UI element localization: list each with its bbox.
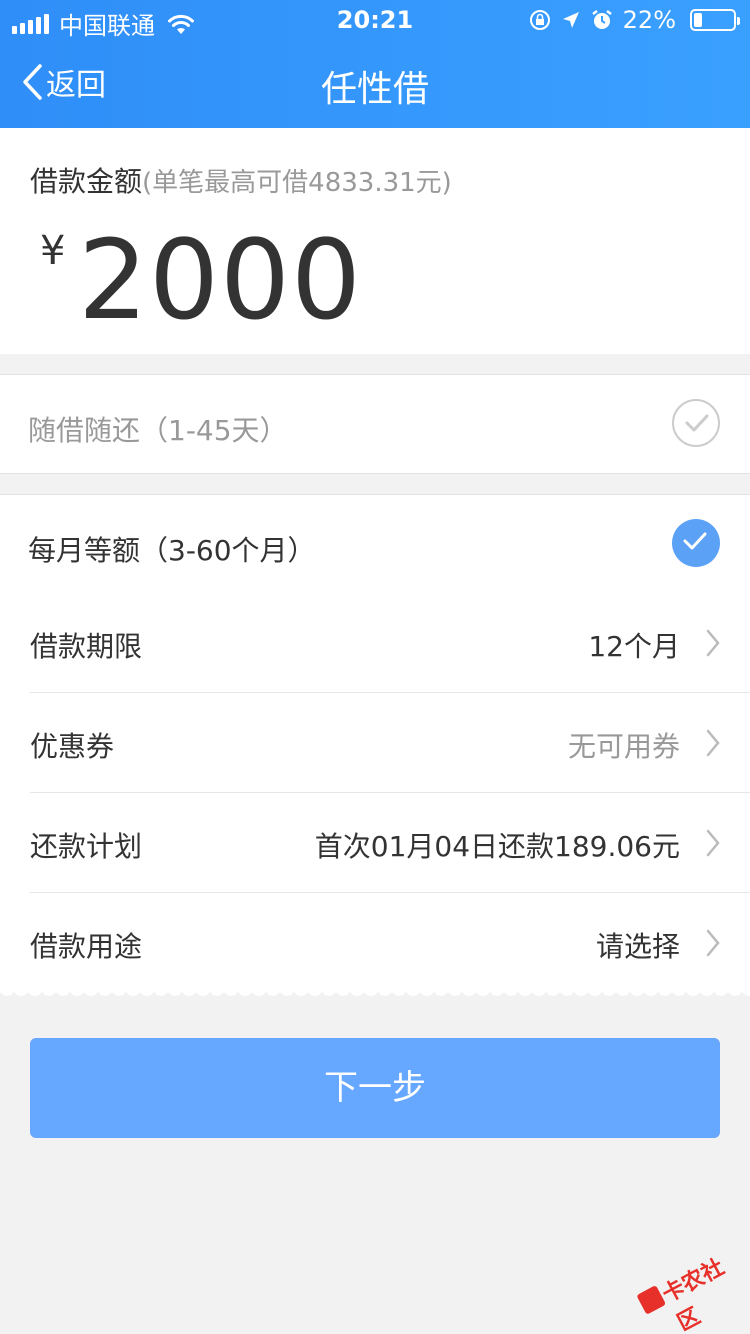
next-step-button[interactable]: 下一步 — [30, 1038, 720, 1138]
watermark-text: 卡农社区 — [658, 1254, 729, 1334]
row-label: 还款计划 — [30, 830, 143, 863]
status-bar: 中国联通 20:21 22% — [0, 0, 750, 40]
option-flexible-label: 随借随还（1-45天） — [28, 414, 288, 447]
row-repayment-plan[interactable]: 还款计划 首次01月04日还款189.06元 — [30, 793, 750, 893]
amount-label-text: 借款金额 — [30, 165, 143, 198]
checked-circle-icon[interactable] — [672, 519, 720, 567]
currency-symbol: ¥ — [40, 228, 66, 274]
watermark: 卡农社区 — [624, 1230, 749, 1334]
header: 中国联通 20:21 22% 返回 任性借 — [0, 0, 750, 128]
zigzag-edge — [0, 986, 750, 1000]
amount-label: 借款金额(单笔最高可借4833.31元) — [30, 160, 452, 200]
row-label: 借款用途 — [30, 930, 143, 963]
row-value: 12个月 — [588, 630, 680, 663]
monthly-plan-card: 每月等额（3-60个月） 借款期限 12个月 优惠券 无可用券 还款计划 首次0… — [0, 494, 750, 994]
location-icon — [562, 12, 579, 28]
option-monthly-label[interactable]: 每月等额（3-60个月） — [28, 529, 316, 569]
row-label: 借款期限 — [30, 630, 143, 663]
battery-icon — [690, 9, 740, 31]
chevron-right-icon — [706, 729, 720, 757]
amount-limit-hint: (单笔最高可借4833.31元) — [142, 168, 452, 198]
chevron-right-icon — [706, 629, 720, 657]
row-value: 请选择 — [595, 930, 680, 963]
page-title: 任性借 — [320, 69, 429, 110]
row-value: 无可用券 — [567, 730, 680, 763]
row-label: 优惠券 — [30, 730, 115, 763]
row-loan-term[interactable]: 借款期限 12个月 — [30, 593, 750, 693]
chevron-right-icon — [706, 829, 720, 857]
battery-percent: 22% — [622, 6, 676, 34]
amount-input[interactable]: 2000 — [78, 216, 362, 344]
row-coupon[interactable]: 优惠券 无可用券 — [30, 693, 750, 793]
amount-card: 借款金额(单笔最高可借4833.31元) ¥ 2000 — [0, 128, 750, 354]
chevron-right-icon — [706, 929, 720, 957]
battery-fill — [694, 13, 702, 27]
unchecked-circle-icon[interactable] — [672, 399, 720, 447]
alarm-icon — [591, 10, 612, 29]
orientation-lock-icon — [529, 10, 550, 30]
row-value: 首次01月04日还款189.06元 — [314, 830, 680, 863]
row-loan-purpose[interactable]: 借款用途 请选择 — [30, 893, 750, 993]
option-flexible-repay[interactable]: 随借随还（1-45天） — [0, 374, 750, 474]
status-right: 22% — [529, 6, 740, 34]
